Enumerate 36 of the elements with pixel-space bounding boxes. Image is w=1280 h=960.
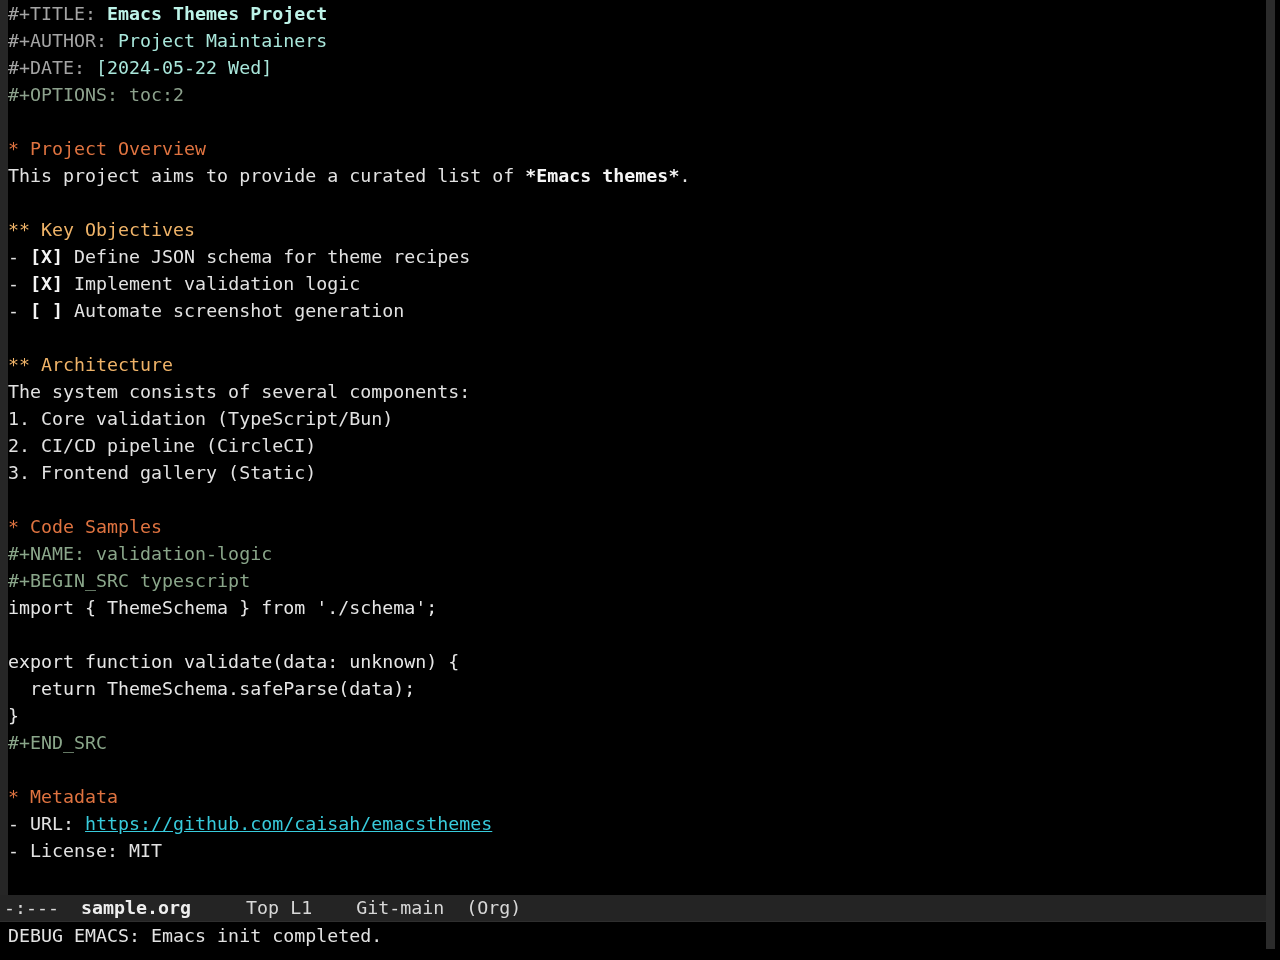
list-item: 2. CI/CD pipeline (CircleCI): [8, 435, 317, 456]
code-line: return ThemeSchema.safeParse(data);: [29, 678, 416, 699]
subheading: ** Architecture: [8, 354, 174, 375]
cursor-position: Top L1: [246, 896, 313, 920]
keyword-label: #+DATE:: [8, 57, 86, 78]
block-directive: #+NAME: validation-logic: [8, 543, 273, 564]
block-directive: #+BEGIN_SRC typescript: [8, 570, 251, 591]
checklist-item: - [X] Define JSON schema for theme recipes: [8, 246, 471, 267]
keyword-label: #+TITLE:: [8, 3, 97, 24]
checklist-item: - [X] Implement validation logic: [8, 273, 361, 294]
list-item: - License: MIT: [8, 840, 163, 861]
list-item: 1. Core validation (TypeScript/Bun): [8, 408, 394, 429]
heading: * Metadata: [8, 786, 119, 807]
link[interactable]: https://github.com/caisah/emacsthemes: [85, 813, 493, 834]
checklist-item: - [ ] Automate screenshot generation: [8, 300, 405, 321]
git-branch: Git-main: [356, 896, 445, 920]
keyword-label: #+AUTHOR:: [8, 30, 108, 51]
code-line: export function validate(data: unknown) {: [8, 651, 460, 672]
block-directive: #+END_SRC: [8, 732, 108, 753]
keyword-value: [2024-05-22 Wed]: [96, 57, 273, 78]
buffer-status: -:---: [4, 896, 60, 920]
list-item-label: - URL:: [8, 813, 76, 834]
option-line: #+OPTIONS: toc:2: [8, 84, 185, 105]
keyword-value: Project Maintainers: [118, 30, 328, 51]
heading: * Code Samples: [8, 516, 163, 537]
list-item: 3. Frontend gallery (Static): [8, 462, 317, 483]
buffer-name: sample.org: [81, 896, 192, 920]
code-line: import { ThemeSchema } from './schema';: [8, 597, 438, 618]
document-title: Emacs Themes Project: [107, 3, 328, 24]
paragraph: The system consists of several components:: [8, 381, 471, 402]
heading: * Project Overview: [8, 138, 207, 159]
code-line: }: [8, 705, 19, 726]
major-mode: (Org): [466, 896, 522, 920]
paragraph: This project aims to provide a curated list of *Emacs themes*.: [8, 165, 691, 186]
echo-message: DEBUG EMACS: Emacs init completed.: [8, 925, 383, 946]
subheading: ** Key Objectives: [8, 219, 196, 240]
